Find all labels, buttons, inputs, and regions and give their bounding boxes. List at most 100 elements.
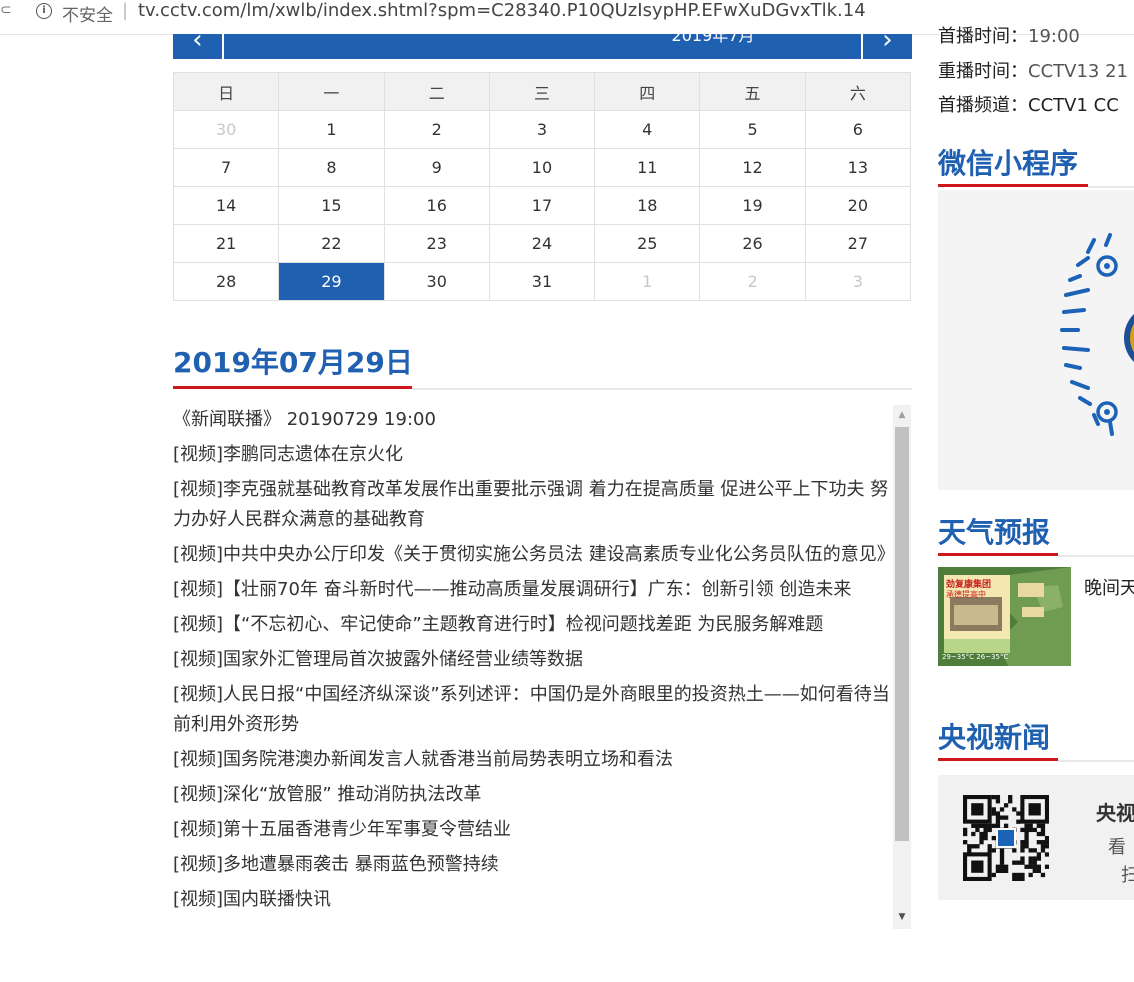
prev-month-button[interactable]: ‹ — [173, 27, 222, 59]
calendar-day[interactable]: 16 — [383, 186, 490, 225]
cctv-qr-code-icon — [963, 795, 1049, 881]
cctv-news-underline — [938, 758, 1058, 761]
calendar-week-row: 14 15 16 17 18 19 20 — [172, 186, 912, 225]
news-item[interactable]: [视频]【“不忘初心、牢记使命”主题教育进行时】检视问题找差距 为民服务解难题 — [173, 610, 893, 640]
calendar-day[interactable]: 14 — [172, 186, 280, 225]
security-label[interactable]: 不安全 — [62, 1, 113, 26]
calendar-day[interactable]: 27 — [804, 224, 912, 263]
news-item[interactable]: [视频]中共中央办公厅印发《关于贯彻实施公务员法 建设高素质专业化公务员队伍的意… — [173, 540, 893, 570]
calendar-day[interactable]: 4 — [594, 110, 701, 149]
calendar-day[interactable]: 17 — [488, 186, 596, 225]
calendar-day[interactable]: 7 — [172, 148, 280, 187]
mini-program-title: 微信小程序 — [938, 147, 1079, 180]
calendar-day[interactable]: 11 — [594, 148, 701, 187]
premiere-time-label: 首播时间： — [938, 26, 1028, 47]
calendar-day[interactable]: 24 — [488, 224, 596, 263]
cctv-box-title: 央视 — [1096, 801, 1134, 825]
calendar-day[interactable]: 12 — [699, 148, 806, 187]
date-title-underline — [173, 386, 412, 389]
calendar-day[interactable]: 13 — [804, 148, 912, 187]
calendar-week-row: 21 22 23 24 25 26 27 — [172, 224, 912, 263]
premiere-channel-label: 首播频道： — [938, 95, 1028, 116]
chevron-right-icon: › — [882, 25, 893, 55]
news-item[interactable]: [视频]人民日报“中国经济纵深谈”系列述评：中国仍是外商眼里的投资热土——如何看… — [173, 680, 893, 740]
mini-program-underline — [938, 184, 1088, 187]
chevron-left-icon: ‹ — [192, 25, 203, 55]
calendar-day[interactable]: 30 — [383, 262, 490, 301]
url-text[interactable]: tv.cctv.com/lm/xwlb/index.shtml?spm=C283… — [138, 0, 866, 21]
info-icon[interactable]: i — [36, 3, 52, 19]
news-item[interactable]: [视频]李克强就基础教育改革发展作出重要批示强调 着力在提高质量 促进公平上下功… — [173, 475, 893, 535]
news-list-scrollbar[interactable]: ▲ ▼ — [893, 405, 911, 929]
premiere-time: 首播时间：19:00 — [938, 22, 1080, 48]
calendar-day[interactable]: 28 — [172, 262, 280, 301]
weekday-header: 二 — [383, 72, 490, 111]
date-title-divider — [412, 388, 912, 390]
news-item[interactable]: [视频]第十五届香港青少年军事夏令营结业 — [173, 815, 893, 845]
weather-thumbnail[interactable]: 劲复康集团 承德提高中 29~35°C 26~35°C — [938, 567, 1071, 666]
news-item[interactable]: [视频]国务院港澳办新闻发言人就香港当前局势表明立场和看法 — [173, 745, 893, 775]
calendar-day[interactable]: 30 — [172, 110, 280, 149]
news-item[interactable]: [视频]国内联播快讯 — [173, 885, 893, 915]
calendar-day-selected[interactable]: 29 — [278, 262, 385, 301]
weekday-header: 六 — [804, 72, 912, 111]
weather-headline[interactable]: 晚间天 — [1084, 574, 1134, 600]
calendar-day[interactable]: 23 — [383, 224, 490, 263]
news-item[interactable]: [视频]多地遭暴雨袭击 暴雨蓝色预警持续 — [173, 850, 893, 880]
news-list: 《新闻联播》 20190729 19:00 [视频]李鹏同志遗体在京火化 [视频]… — [173, 405, 893, 929]
weather-divider — [1058, 555, 1134, 557]
calendar-day[interactable]: 1 — [594, 262, 701, 301]
premiere-channel: 首播频道：CCTV1 CC — [938, 91, 1119, 117]
calendar-day[interactable]: 3 — [488, 110, 596, 149]
cctv-news-divider — [1058, 760, 1134, 762]
calendar-day[interactable]: 2 — [383, 110, 490, 149]
mini-program-divider — [1088, 186, 1134, 188]
calendar-day[interactable]: 1 — [278, 110, 385, 149]
calendar-day[interactable]: 25 — [594, 224, 701, 263]
cctv-box-subtitle: 看 — [1108, 837, 1126, 858]
cctv-box-scan-text: 扫 — [1121, 865, 1134, 886]
cctv-news-app-box[interactable]: 央视 看 扫 — [938, 775, 1134, 900]
calendar-day[interactable]: 10 — [488, 148, 596, 187]
calendar-day[interactable]: 15 — [278, 186, 385, 225]
weather-ad-line2: 承德提高中 — [946, 590, 986, 599]
premiere-time-value: 19:00 — [1028, 26, 1080, 47]
calendar-month-label: 2019年7月 — [671, 26, 755, 45]
calendar-grid: 日一二三四五六 30 1 2 3 4 5 6 7 8 9 10 11 12 13 14 15 16 17 18 19 2… — [172, 72, 912, 301]
scroll-thumb[interactable] — [895, 427, 909, 841]
back-icon[interactable]: ⊂ — [0, 2, 12, 18]
news-item[interactable]: [视频]李鹏同志遗体在京火化 — [173, 440, 893, 470]
rerun-time: 重播时间：CCTV13 21 — [938, 57, 1128, 83]
scroll-up-icon[interactable]: ▲ — [893, 407, 911, 423]
next-month-button[interactable]: › — [863, 27, 912, 59]
weather-underline — [938, 553, 1058, 556]
calendar-day[interactable]: 8 — [278, 148, 385, 187]
news-item[interactable]: [视频]深化“放管服” 推动消防执法改革 — [173, 780, 893, 810]
cctv-news-title: 央视新闻 — [938, 721, 1051, 754]
weekday-header: 三 — [488, 72, 596, 111]
calendar-day[interactable]: 6 — [804, 110, 912, 149]
scroll-down-icon[interactable]: ▼ — [893, 909, 911, 925]
calendar-day[interactable]: 18 — [594, 186, 701, 225]
rerun-time-label: 重播时间： — [938, 61, 1028, 82]
calendar-day[interactable]: 21 — [172, 224, 280, 263]
weather-title: 天气预报 — [938, 516, 1051, 549]
weekday-header: 一 — [278, 72, 385, 111]
weekday-header: 四 — [594, 72, 701, 111]
calendar-day[interactable]: 5 — [699, 110, 806, 149]
calendar-day[interactable]: 31 — [488, 262, 596, 301]
calendar-day[interactable]: 2 — [699, 262, 806, 301]
calendar-day[interactable]: 9 — [383, 148, 490, 187]
calendar-day[interactable]: 26 — [699, 224, 806, 263]
calendar-day[interactable]: 20 — [804, 186, 912, 225]
address-separator: | — [122, 0, 129, 21]
calendar-week-row: 28 29 30 31 1 2 3 — [172, 262, 912, 301]
rerun-time-value: CCTV13 21 — [1028, 61, 1128, 82]
news-item[interactable]: [视频]【壮丽70年 奋斗新时代——推动高质量发展调研行】广东：创新引领 创造未… — [173, 575, 893, 605]
mini-program-code-icon — [1060, 233, 1134, 436]
calendar-day[interactable]: 22 — [278, 224, 385, 263]
calendar-day[interactable]: 3 — [804, 262, 912, 301]
calendar-day[interactable]: 19 — [699, 186, 806, 225]
news-item[interactable]: [视频]国家外汇管理局首次披露外储经营业绩等数据 — [173, 645, 893, 675]
premiere-channel-value: CCTV1 CC — [1028, 95, 1119, 116]
